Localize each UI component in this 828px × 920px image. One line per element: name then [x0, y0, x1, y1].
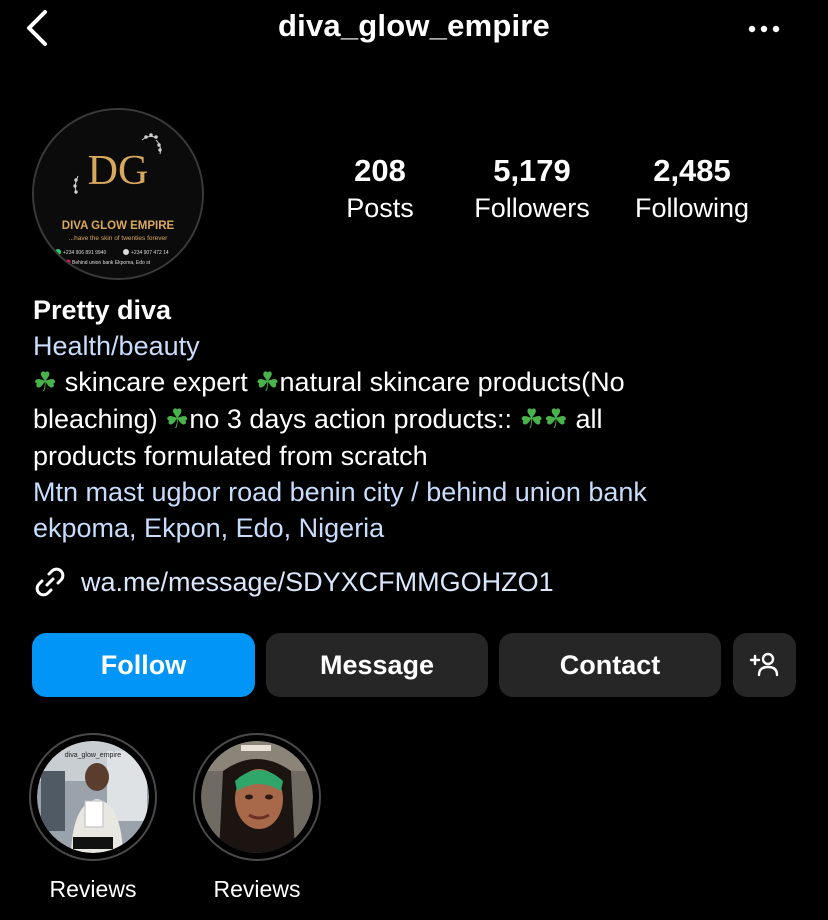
- brand-logo: DG DIVA GLOW EMPIRE ...have the skin of …: [34, 110, 202, 278]
- bio-description: ☘ skincare expert ☘natural skincare prod…: [33, 364, 813, 474]
- profile-link[interactable]: wa.me/message/SDYXCFMMGOHZO1: [33, 562, 554, 602]
- message-button[interactable]: Message: [266, 633, 488, 697]
- more-horizontal-icon[interactable]: [744, 14, 784, 44]
- highlight-item[interactable]: diva_glow_empire Reviews: [28, 733, 158, 903]
- stat-following[interactable]: 2,485 Following: [612, 152, 772, 226]
- profile-avatar[interactable]: DG DIVA GLOW EMPIRE ...have the skin of …: [32, 108, 204, 280]
- profile-link-text[interactable]: wa.me/message/SDYXCFMMGOHZO1: [81, 567, 554, 598]
- shamrock-icon: ☘: [165, 404, 190, 435]
- stat-followers[interactable]: 5,179 Followers: [452, 152, 612, 226]
- shamrock-icon: ☘: [519, 404, 544, 435]
- logo-phone-1: +234 906 891 9940: [63, 250, 106, 256]
- highlight-overlay-text: diva_glow_empire: [65, 752, 122, 759]
- highlight-ring: [193, 733, 321, 861]
- stat-posts[interactable]: 208 Posts: [300, 152, 460, 226]
- bio-line-2: bleaching): [33, 404, 166, 434]
- logo-brand-name: DIVA GLOW EMPIRE: [62, 220, 175, 232]
- stat-posts-value: 208: [354, 153, 406, 188]
- highlight-label: Reviews: [49, 876, 137, 902]
- profile-bio: Pretty diva Health/beauty ☘ skincare exp…: [33, 292, 813, 546]
- logo-phone-2: +234 907 472 14: [131, 250, 169, 256]
- highlight-ring: diva_glow_empire: [29, 733, 157, 861]
- stat-following-value: 2,485: [653, 153, 731, 188]
- shamrock-icon: ☘: [33, 367, 58, 398]
- profile-category[interactable]: Health/beauty: [33, 328, 813, 364]
- link-icon: [35, 567, 65, 597]
- logo-monogram: DG: [88, 148, 149, 194]
- stat-followers-label: Followers: [474, 193, 590, 223]
- profile-location[interactable]: Mtn mast ugbor road benin city / behind …: [33, 474, 813, 546]
- top-bar: diva_glow_empire: [0, 0, 828, 56]
- bio-line-2c: all: [567, 404, 603, 434]
- highlight-item[interactable]: Reviews: [192, 733, 322, 903]
- stat-following-label: Following: [634, 193, 750, 223]
- profile-username-title: diva_glow_empire: [278, 8, 550, 43]
- bio-line-2b: no 3 days action products::: [189, 404, 520, 434]
- profile-stats: 208 Posts 5,179 Followers 2,485 Followin…: [300, 152, 780, 232]
- add-user-icon: [749, 652, 778, 677]
- stat-posts-label: Posts: [346, 193, 414, 223]
- highlight-thumbnail: diva_glow_empire: [37, 741, 149, 853]
- logo-address: Behind union bank Ekpoma, Edo st: [72, 260, 151, 266]
- stat-followers-value: 5,179: [493, 153, 571, 188]
- shamrock-icon: ☘: [255, 367, 280, 398]
- bio-line-1: skincare expert: [57, 367, 256, 397]
- logo-tagline: ...have the skin of twenties forever: [69, 235, 168, 242]
- highlight-thumbnail: [201, 741, 313, 853]
- shamrock-icon: ☘: [543, 404, 568, 435]
- add-user-button[interactable]: [733, 633, 796, 697]
- follow-button[interactable]: Follow: [32, 633, 255, 697]
- highlight-label: Reviews: [213, 876, 301, 902]
- profile-display-name: Pretty diva: [33, 295, 172, 325]
- contact-button[interactable]: Contact: [499, 633, 721, 697]
- bio-line-1b: natural skincare products(No: [279, 367, 625, 397]
- bio-line-3: products formulated from scratch: [33, 441, 428, 471]
